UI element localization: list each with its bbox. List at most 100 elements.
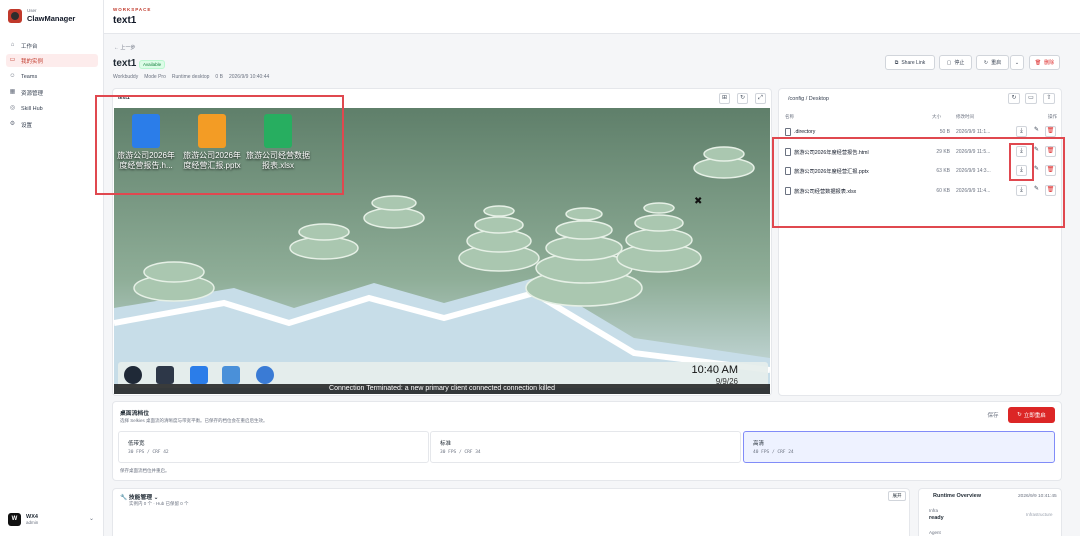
skills-panel <box>112 488 910 536</box>
table-row[interactable]: .directory 50 B 2026/9/9 11:1... ⤓ ✎ 🗑 <box>782 125 1058 141</box>
runtime-infra-value: ready <box>929 515 944 521</box>
user-menu[interactable]: W WX4 admin ⌄ <box>8 510 98 528</box>
spreadsheet-icon <box>264 114 292 148</box>
file-size: 50 B <box>939 129 950 135</box>
users-icon: ☺ <box>9 73 16 79</box>
trash-icon[interactable]: 🗑 <box>1045 185 1056 196</box>
globe-icon <box>132 114 160 148</box>
desktop-file-xlsx[interactable]: 旅游公司经营数据报表.xlsx <box>246 114 310 171</box>
folder-icon[interactable] <box>222 366 240 384</box>
stop-icon: ▢ <box>946 59 952 66</box>
media-player-icon[interactable] <box>190 366 208 384</box>
nav-item-my-instances[interactable]: ▭ 我的实例 <box>6 54 98 67</box>
nav-item-resources[interactable]: ▦ 资源管理 <box>6 86 98 99</box>
desktop-file-label: 旅游公司经营数据报表.xlsx <box>246 151 310 170</box>
page-title: text1 <box>113 15 137 26</box>
delete-button[interactable]: 🗑 删除 <box>1029 55 1060 70</box>
clipboard-icon[interactable]: ⊞ <box>719 93 730 104</box>
runtime-infra-label: Infra <box>929 508 939 513</box>
clock-time: 10:40 AM <box>691 364 738 376</box>
status-badge: Available <box>139 60 166 69</box>
chevron-down-icon: ⌄ <box>1014 59 1020 66</box>
edit-icon[interactable]: ✎ <box>1031 185 1042 196</box>
table-row[interactable]: 旅游公司经营数据报表.xlsx 60 KB 2026/9/9 11:4... ⤓… <box>782 184 1058 200</box>
stop-label: 停止 <box>954 60 965 66</box>
meta-mode: Mode Pro <box>144 74 166 80</box>
quality-option-low[interactable]: 低带宽 30 FPS / CRF 42 <box>118 431 429 463</box>
terminal-icon[interactable] <box>156 366 174 384</box>
edit-icon[interactable]: ✎ <box>1031 126 1042 137</box>
runtime-timestamp: 2026/9/9 10:41:45 <box>1018 494 1057 499</box>
svg-text:✖: ✖ <box>694 196 702 207</box>
nav-item-settings[interactable]: ⚙ 设置 <box>6 118 98 131</box>
download-icon[interactable]: ⤓ <box>1016 185 1027 196</box>
chevron-down-icon: ⌄ <box>88 516 94 522</box>
col-size: 大小 <box>932 114 941 119</box>
refresh-icon[interactable]: ↻ <box>1008 93 1020 104</box>
trash-icon: 🗑 <box>1034 59 1042 66</box>
edit-icon[interactable]: ✎ <box>1031 165 1042 176</box>
brand-name: ClawManager <box>27 14 76 23</box>
brand-text: User ClawManager <box>27 8 75 23</box>
skills-title[interactable]: 🔧 技能管理 ⌄ <box>120 492 159 501</box>
browser-icon[interactable] <box>256 366 274 384</box>
table-row[interactable]: 旅游公司2026年度经营汇报.pptx 63 KB 2026/9/9 14:3.… <box>782 164 1058 180</box>
remote-desktop-screen[interactable]: ✖ 旅游公司2026年度经营报告.h... 旅游公司2026年度经营汇报.ppt… <box>114 108 770 394</box>
quality-option-standard[interactable]: 标准 30 FPS / CRF 34 <box>430 431 741 463</box>
runtime-infra-tag: Infrastructure <box>1026 512 1053 517</box>
more-dropdown-button[interactable]: ⌄ <box>1010 55 1024 70</box>
trash-icon[interactable]: 🗑 <box>1045 165 1056 176</box>
new-folder-icon[interactable]: ▭ <box>1025 93 1037 104</box>
refresh-icon: ↻ <box>1017 412 1022 418</box>
delete-label: 删除 <box>1044 60 1055 66</box>
restart-button[interactable]: ↻ 重启 <box>976 55 1009 70</box>
upload-icon[interactable]: ⇧ <box>1043 93 1055 104</box>
option-name: 标准 <box>440 441 452 447</box>
wrench-icon: 🔧 <box>120 495 128 501</box>
brand[interactable]: User ClawManager <box>8 8 75 23</box>
stop-button[interactable]: ▢ 停止 <box>939 55 972 70</box>
nav-label: 资源管理 <box>21 90 44 97</box>
presentation-icon <box>198 114 226 148</box>
trash-icon[interactable]: 🗑 <box>1045 126 1056 137</box>
desktop-file-html[interactable]: 旅游公司2026年度经营报告.h... <box>114 114 178 171</box>
instance-icon: ▭ <box>9 57 16 63</box>
desktop-file-pptx[interactable]: 旅游公司2026年度经营汇报.pptx <box>180 114 244 171</box>
restart-now-button[interactable]: ↻ 立即重启 <box>1008 407 1055 423</box>
nav-item-teams[interactable]: ☺ Teams <box>6 70 98 83</box>
avatar: W <box>8 512 21 526</box>
download-icon[interactable]: ⤓ <box>1016 126 1027 137</box>
fullscreen-icon[interactable]: ⤢ <box>755 93 766 104</box>
share-label: Share Link <box>901 59 926 66</box>
refresh-icon[interactable]: ↻ <box>737 93 748 104</box>
instance-meta: Workbuddy Mode Pro Runtime desktop 0 B 2… <box>113 74 269 80</box>
nav-label: 设置 <box>21 122 33 129</box>
file-size: 63 KB <box>936 168 950 174</box>
file-icon <box>785 187 791 195</box>
top-header: WORKSPACE text1 <box>104 0 1080 34</box>
expand-button[interactable]: 展开 <box>888 491 906 501</box>
file-name: .directory <box>794 129 816 135</box>
save-button[interactable]: 保存 <box>982 408 1004 422</box>
file-name: 旅游公司2026年度经营报告.html <box>794 150 869 156</box>
nav-item-skill-hub[interactable]: ◎ Skill Hub <box>6 102 98 115</box>
download-icon[interactable]: ⤓ <box>1016 165 1027 176</box>
file-size: 60 KB <box>936 188 950 194</box>
edit-icon[interactable]: ✎ <box>1031 146 1042 157</box>
user-name: WX4 <box>26 513 38 520</box>
skill-icon: ◎ <box>9 105 16 111</box>
nav-label: Teams <box>21 73 38 80</box>
share-link-button[interactable]: ⧉ Share Link <box>885 55 935 70</box>
nav-item-workbench[interactable]: ⌂ 工作台 <box>6 39 98 52</box>
option-name: 低带宽 <box>128 441 145 447</box>
back-link[interactable]: ← 上一步 <box>114 44 135 51</box>
refresh-icon: ↻ <box>983 59 989 66</box>
start-menu-icon[interactable] <box>124 366 142 384</box>
table-row[interactable]: 旅游公司2026年度经营报告.html 29 KB 2026/9/9 11:5.… <box>782 145 1058 161</box>
file-size: 29 KB <box>936 149 950 155</box>
quality-option-hd[interactable]: 高清 40 FPS / CRF 24 <box>743 431 1055 463</box>
sidebar: User ClawManager ⌂ 工作台 ▭ 我的实例 ☺ Teams ▦ … <box>0 0 104 536</box>
download-icon[interactable]: ⤓ <box>1016 146 1027 157</box>
trash-icon[interactable]: 🗑 <box>1045 146 1056 157</box>
quality-title: 桌面流档位 <box>120 411 149 417</box>
